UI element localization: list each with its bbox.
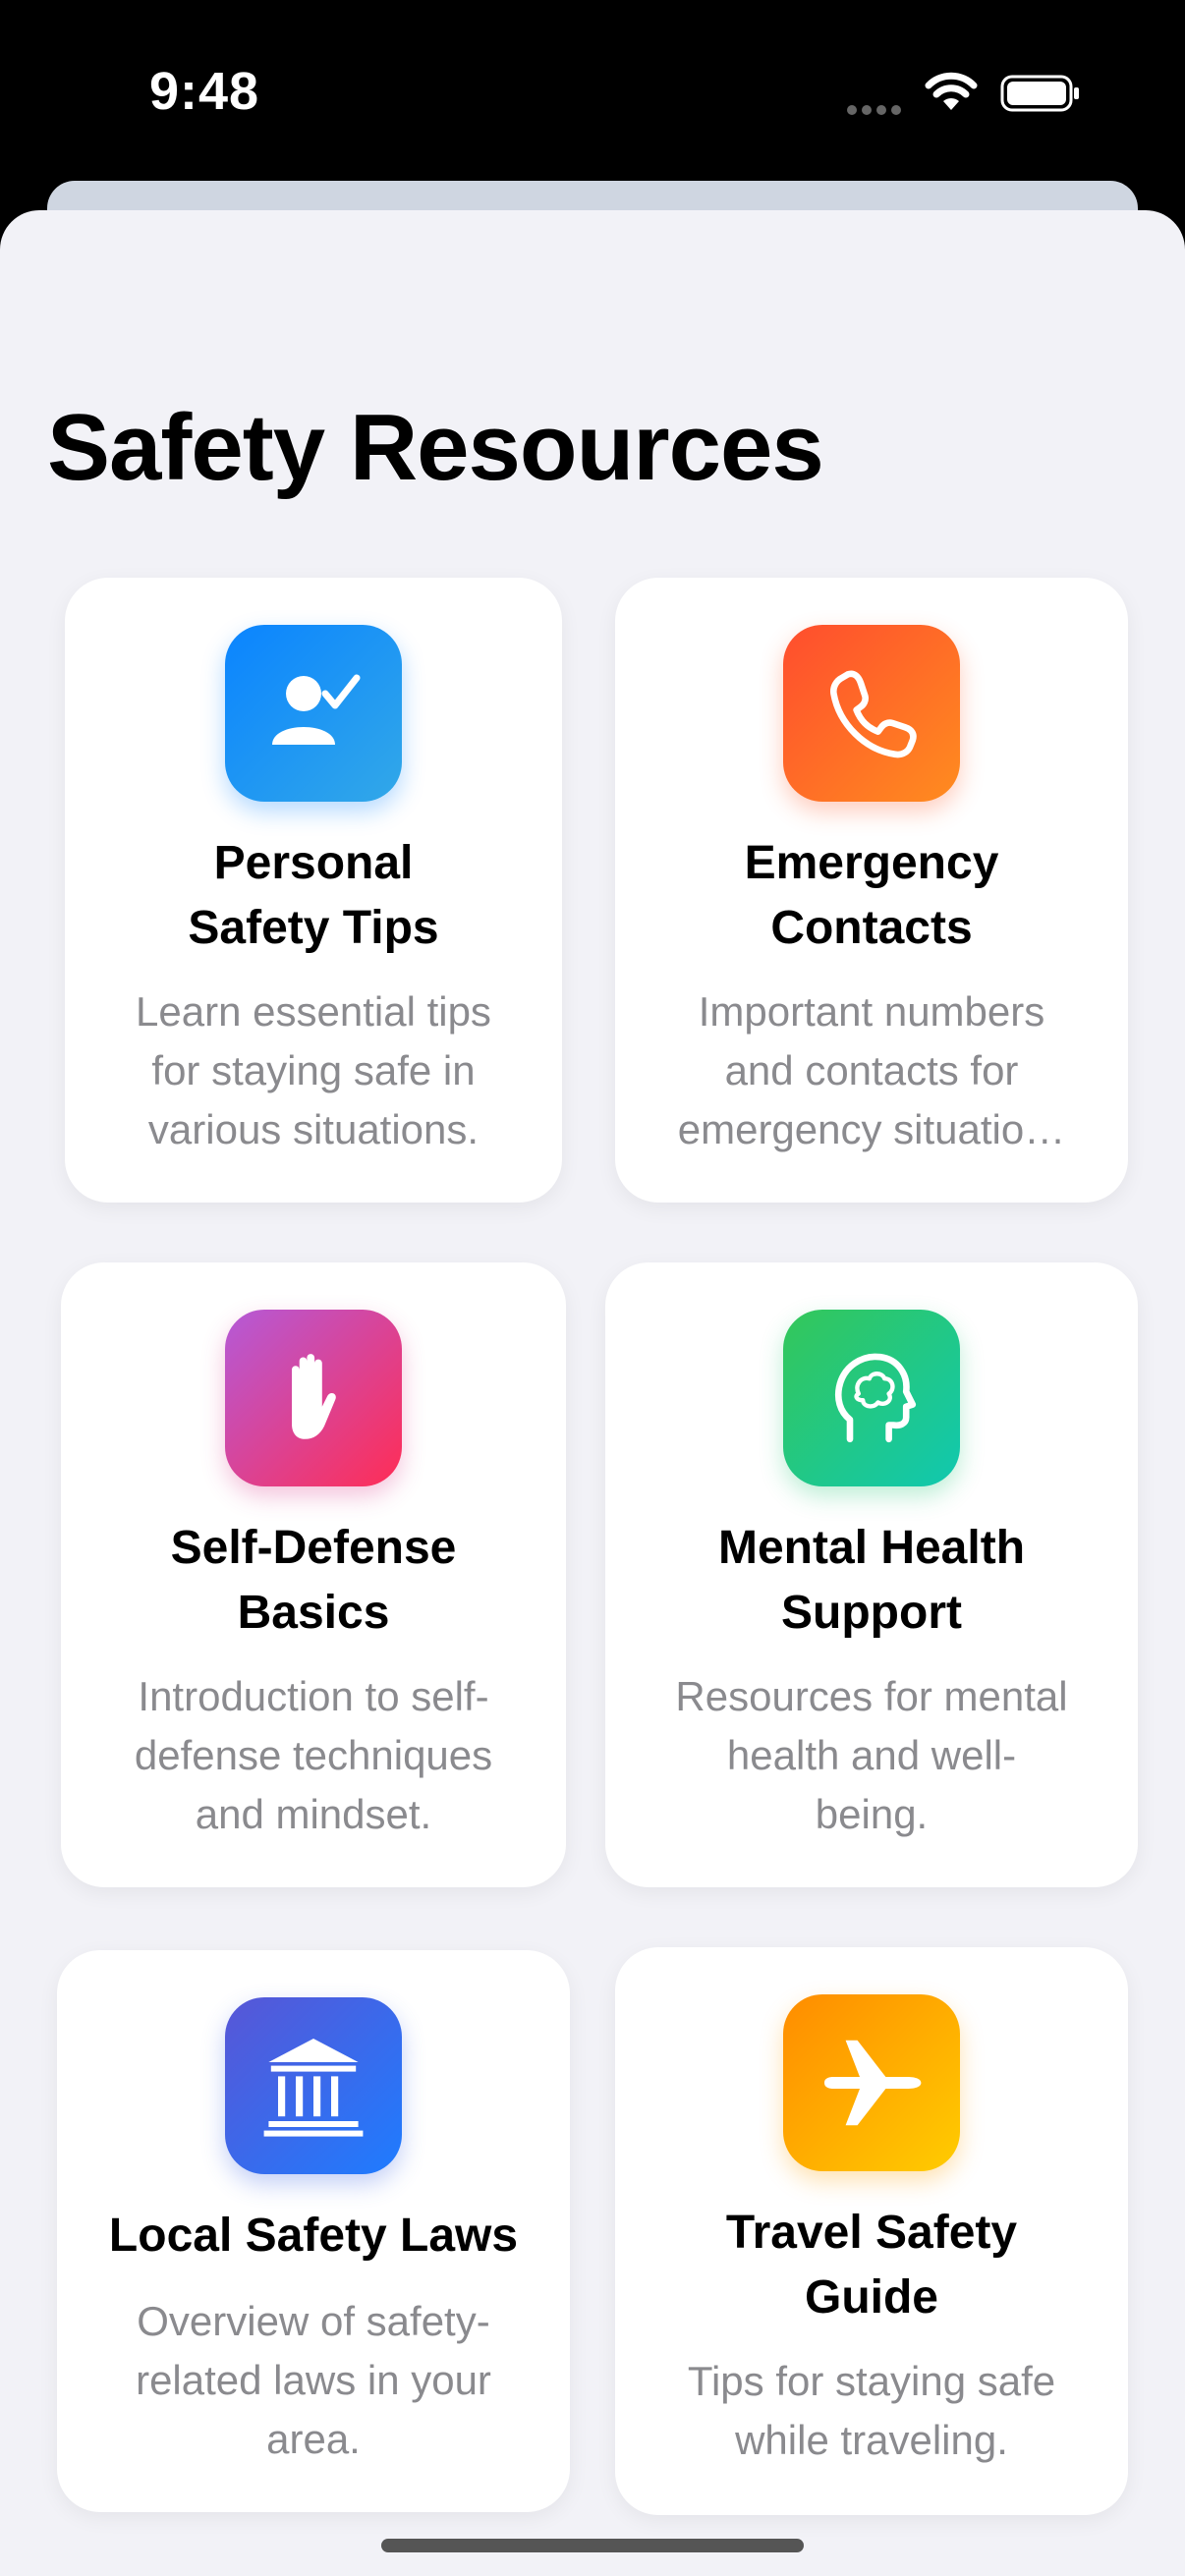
- card-title: Local Safety Laws: [108, 2210, 519, 2262]
- card-personal-safety-tips[interactable]: Personal Safety Tips Learn essential tip…: [65, 578, 562, 1203]
- card-description: Learn essential tips for staying safe in…: [136, 988, 491, 1152]
- card-mental-health-support[interactable]: Mental Health Support Resources for ment…: [605, 1262, 1138, 1887]
- cellular-dots-icon: [847, 102, 906, 120]
- card-title: Self-Defense Basics: [170, 1522, 457, 1639]
- home-indicator[interactable]: [381, 2539, 804, 2552]
- card-title: Emergency Contacts: [744, 837, 999, 954]
- card-description: Resources for mental health and well- be…: [675, 1673, 1068, 1837]
- icon-tile: [225, 1997, 402, 2174]
- card-travel-safety-guide[interactable]: Travel Safety Guide Tips for staying saf…: [615, 1947, 1128, 2515]
- airplane-icon: [824, 2040, 922, 2126]
- card-title: Travel Safety Guide: [725, 2207, 1018, 2324]
- status-bar: 9:48: [0, 0, 1185, 187]
- card-emergency-contacts[interactable]: Emergency Contacts Important numbers and…: [615, 578, 1128, 1203]
- card-self-defense-basics[interactable]: Self-Defense Basics Introduction to self…: [61, 1262, 566, 1887]
- card-title: Mental Health Support: [717, 1522, 1026, 1639]
- building-columns-icon: [263, 2039, 364, 2137]
- phone-icon: [830, 670, 917, 758]
- card-description: Overview of safety- related laws in your…: [136, 2298, 491, 2462]
- raised-hand-icon: [292, 1354, 336, 1439]
- icon-tile: [783, 1994, 960, 2171]
- brain-head-icon: [834, 1353, 917, 1443]
- card-local-safety-laws[interactable]: Local Safety Laws Overview of safety- re…: [57, 1950, 570, 2512]
- card-description: Introduction to self- defense techniques…: [134, 1673, 493, 1837]
- icon-tile: [783, 1310, 960, 1486]
- icon-tile: [783, 625, 960, 802]
- card-description: Important numbers and contacts for emerg…: [677, 988, 1066, 1152]
- icon-tile: [225, 1310, 402, 1486]
- page-title: Safety Resources: [47, 395, 824, 500]
- card-title: Personal Safety Tips: [188, 837, 439, 954]
- wifi-icon: [925, 72, 978, 110]
- card-description: Tips for staying safe while traveling.: [687, 2358, 1056, 2463]
- person-check-icon: [272, 674, 361, 745]
- battery-icon: [1000, 75, 1079, 112]
- status-time: 9:48: [149, 62, 260, 121]
- icon-tile: [225, 625, 402, 802]
